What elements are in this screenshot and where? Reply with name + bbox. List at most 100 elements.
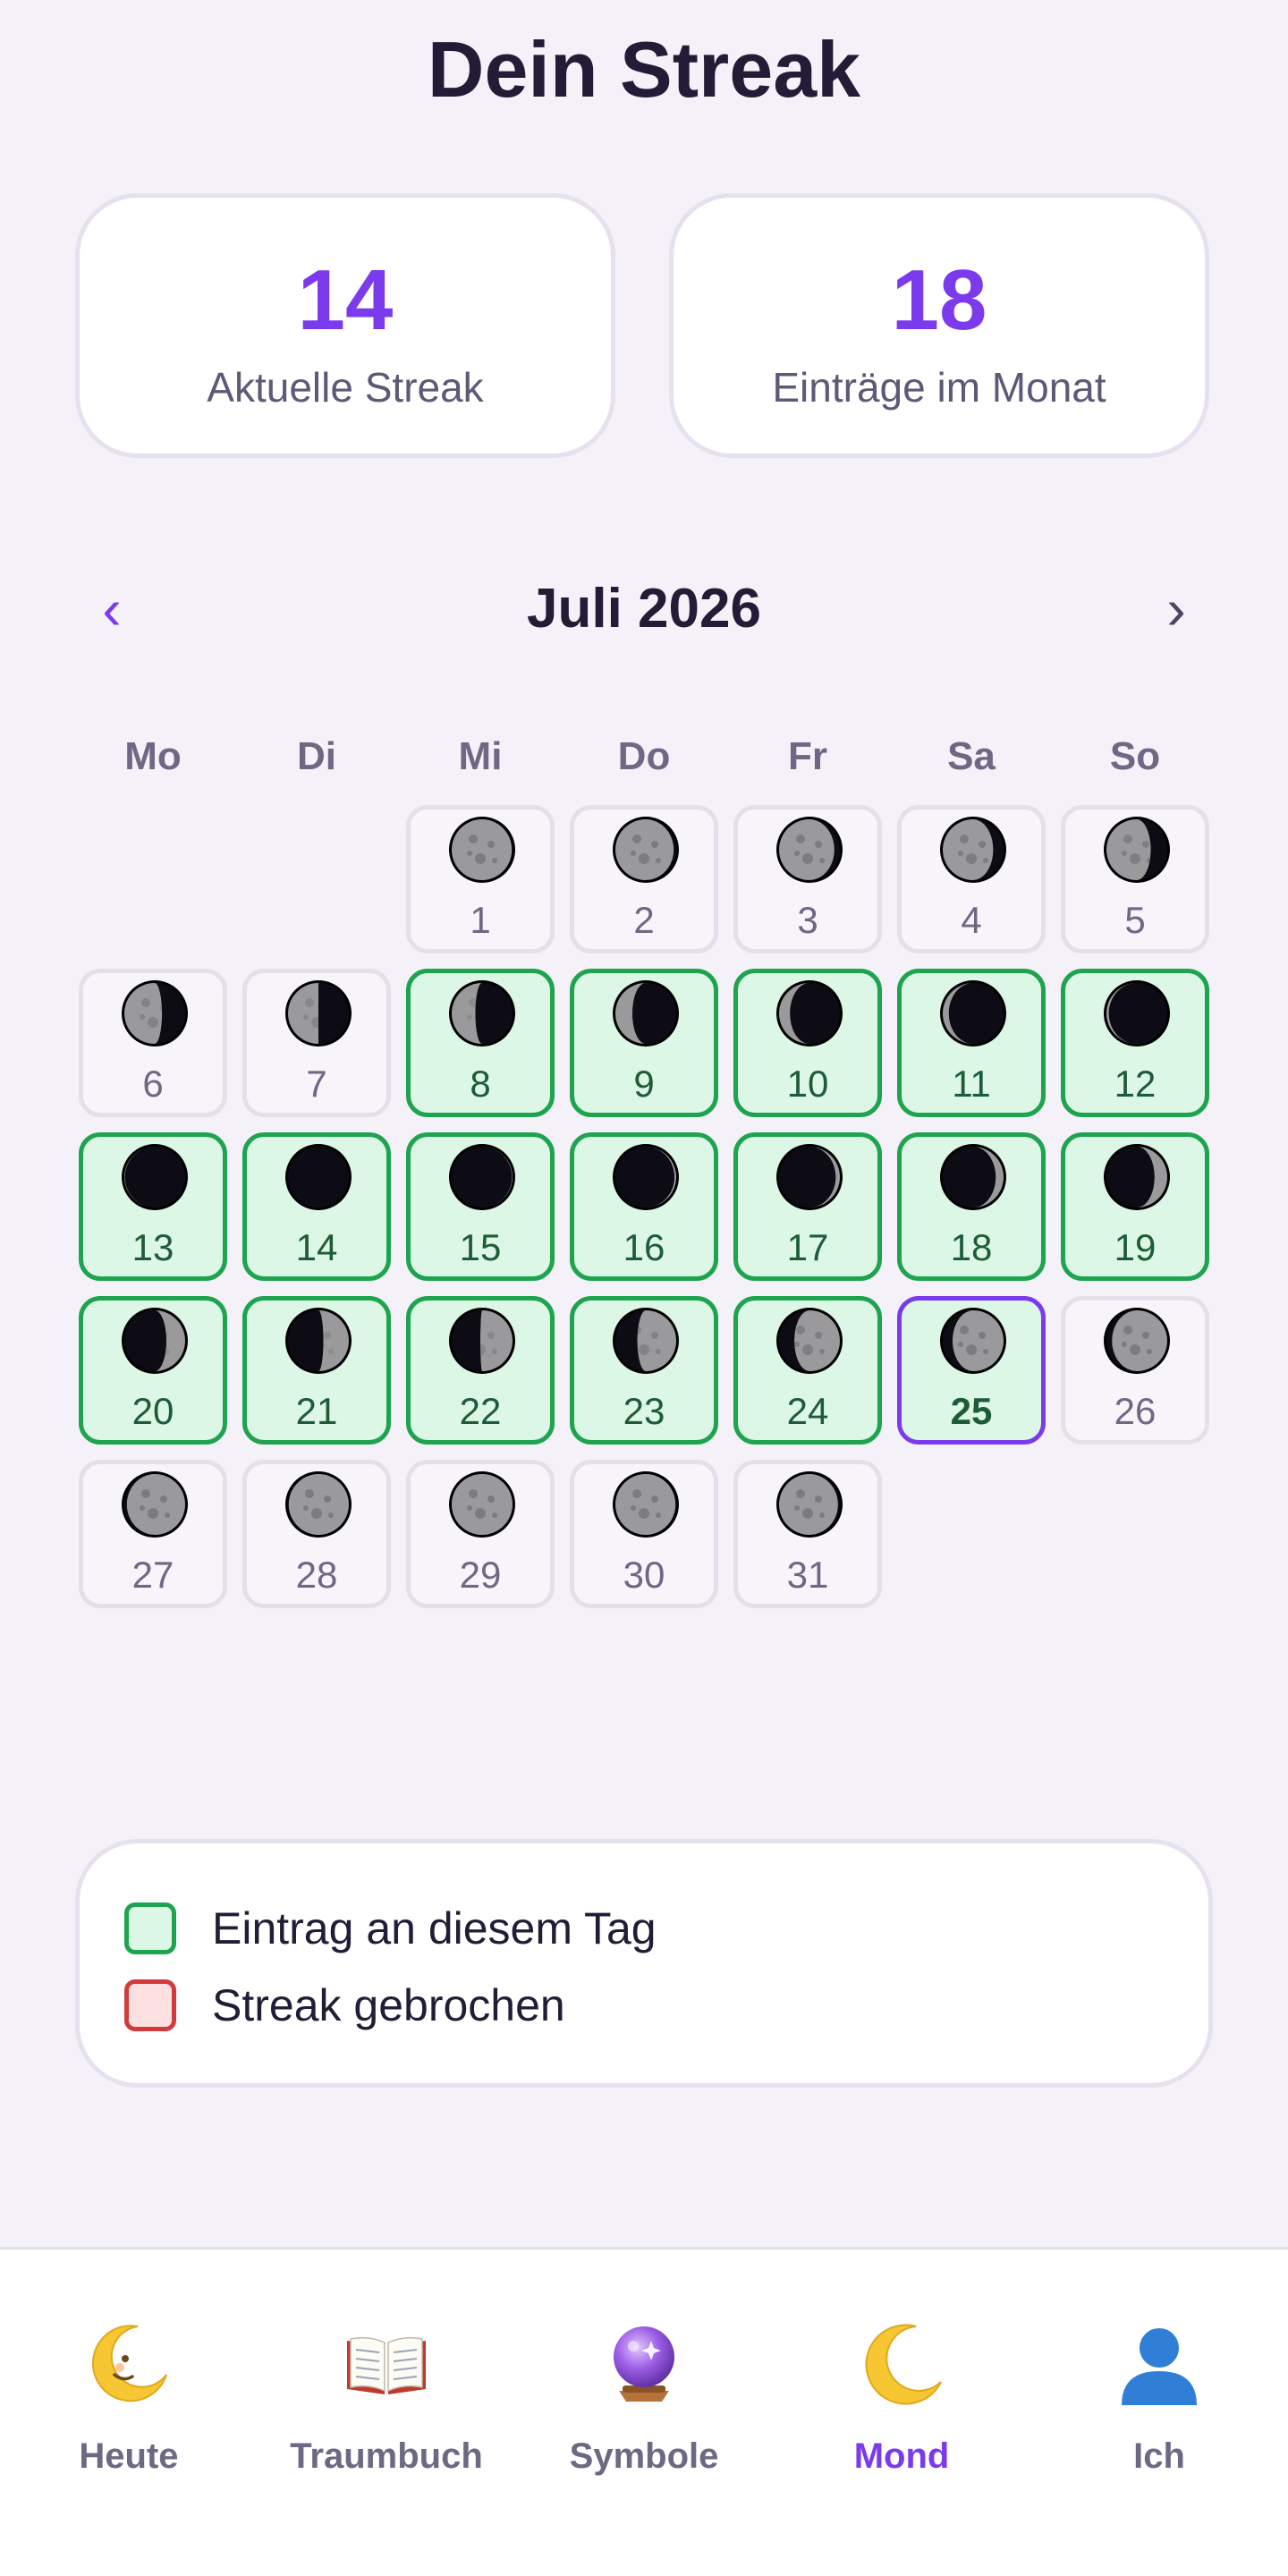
broken-swatch [124, 1979, 176, 2031]
day-cell[interactable]: 27 [79, 1460, 227, 1608]
day-cell[interactable]: 8 [406, 969, 555, 1117]
day-cell[interactable]: 23 [570, 1296, 718, 1445]
moon-phase-icon [449, 817, 515, 883]
day-cell[interactable]: 28 [242, 1460, 391, 1608]
moon-phase-icon [285, 1471, 352, 1538]
moon-phase-icon [122, 1144, 188, 1210]
day-cell[interactable]: 15 [406, 1132, 555, 1281]
moon-phase-icon [122, 980, 188, 1046]
day-cell[interactable]: 12 [1061, 969, 1209, 1117]
day-number: 29 [459, 1554, 502, 1596]
weekday-label: Di [297, 734, 336, 778]
day-number: 3 [797, 899, 818, 941]
day-cell[interactable]: 21 [242, 1296, 391, 1445]
nav-label: Symbole [569, 2436, 719, 2476]
month-title: Juli 2026 [527, 578, 761, 640]
day-cell[interactable]: 22 [406, 1296, 555, 1445]
moon-phase-icon [449, 1471, 515, 1538]
day-cell[interactable]: 1 [406, 805, 555, 953]
moon-phase-icon [613, 980, 679, 1046]
moon-phase-icon [940, 1144, 1006, 1210]
legend-label: Eintrag an diesem Tag [212, 1903, 657, 1953]
weekday-label: Mo [124, 734, 182, 778]
person-icon [1122, 2328, 1197, 2405]
day-number: 14 [295, 1226, 338, 1268]
nav-item-traumbuch[interactable]: Traumbuch [258, 2250, 515, 2518]
day-cell[interactable]: 3 [733, 805, 882, 953]
day-number: 25 [950, 1390, 993, 1432]
day-cell[interactable]: 11 [897, 969, 1046, 1117]
day-cell[interactable]: 29 [406, 1460, 555, 1608]
stat-label: Aktuelle Streak [207, 364, 484, 411]
day-cell[interactable]: 19 [1061, 1132, 1209, 1281]
moon-phase-icon [776, 1471, 843, 1538]
day-cell[interactable]: 16 [570, 1132, 718, 1281]
nav-item-symbole[interactable]: Symbole [515, 2250, 773, 2518]
month-navigation: Juli 2026 ‹ › [0, 569, 1288, 649]
nav-item-mond[interactable]: Mond [773, 2250, 1030, 2518]
moon-phase-icon [776, 817, 843, 883]
day-number: 20 [131, 1390, 174, 1432]
day-number: 24 [786, 1390, 829, 1432]
entry-swatch [124, 1902, 176, 1954]
day-cell[interactable]: 10 [733, 969, 882, 1117]
moon-phase-icon [776, 1308, 843, 1374]
day-cell[interactable]: 9 [570, 969, 718, 1117]
day-cell[interactable]: 5 [1061, 805, 1209, 953]
stat-card-current-streak: 14 Aktuelle Streak [75, 193, 615, 458]
day-number: 6 [142, 1063, 164, 1105]
page-title: Dein Streak [427, 25, 861, 114]
day-cell[interactable]: 26 [1061, 1296, 1209, 1445]
day-number: 13 [131, 1226, 174, 1268]
moon-phase-icon [449, 980, 515, 1046]
day-cell[interactable]: 17 [733, 1132, 882, 1281]
nav-item-ich[interactable]: Ich [1030, 2250, 1288, 2518]
open-book-icon [347, 2336, 426, 2394]
day-cell[interactable]: 6 [79, 969, 227, 1117]
moon-phase-icon [1104, 817, 1170, 883]
day-number: 28 [295, 1554, 338, 1596]
moon-phase-icon [285, 1308, 352, 1374]
stat-label: Einträge im Monat [772, 364, 1106, 411]
day-number: 15 [459, 1226, 502, 1268]
day-number: 12 [1114, 1063, 1157, 1105]
day-cell[interactable]: 24 [733, 1296, 882, 1445]
moon-phase-icon [613, 1144, 679, 1210]
previous-month-button[interactable]: ‹ [72, 569, 152, 649]
day-number: 4 [961, 899, 982, 941]
moon-phase-icon [613, 1471, 679, 1538]
day-cell[interactable]: 18 [897, 1132, 1046, 1281]
day-number: 10 [786, 1063, 829, 1105]
stat-card-monthly-entries: 18 Einträge im Monat [669, 193, 1209, 458]
day-cell[interactable]: 31 [733, 1460, 882, 1608]
day-cell[interactable]: 14 [242, 1132, 391, 1281]
crescent-moon-icon [865, 2324, 942, 2405]
day-number: 21 [295, 1390, 338, 1432]
day-number: 23 [623, 1390, 665, 1432]
day-cell[interactable]: 13 [79, 1132, 227, 1281]
nav-label: Mond [853, 2436, 950, 2476]
day-number: 17 [786, 1226, 829, 1268]
day-number: 2 [633, 899, 655, 941]
day-number: 16 [623, 1226, 665, 1268]
weekday-label: Mi [458, 734, 503, 778]
day-cell[interactable]: 30 [570, 1460, 718, 1608]
day-number: 31 [786, 1554, 829, 1596]
nav-item-heute[interactable]: Heute [0, 2250, 258, 2518]
day-cell[interactable]: 2 [570, 805, 718, 953]
day-number: 18 [950, 1226, 993, 1268]
day-cell[interactable]: 7 [242, 969, 391, 1117]
day-cell[interactable]: 20 [79, 1296, 227, 1445]
next-month-button[interactable]: › [1136, 569, 1216, 649]
day-number: 8 [470, 1063, 491, 1105]
stat-value: 18 [891, 252, 987, 348]
day-number: 9 [633, 1063, 655, 1105]
day-cell-today[interactable]: 25 [897, 1296, 1046, 1445]
nav-label: Ich [1133, 2436, 1185, 2476]
moon-phase-icon [1104, 980, 1170, 1046]
day-cell[interactable]: 4 [897, 805, 1046, 953]
moon-phase-icon [1104, 1308, 1170, 1374]
day-number: 27 [131, 1554, 174, 1596]
moon-phase-icon [940, 1308, 1006, 1374]
weekday-label: Sa [947, 734, 996, 778]
